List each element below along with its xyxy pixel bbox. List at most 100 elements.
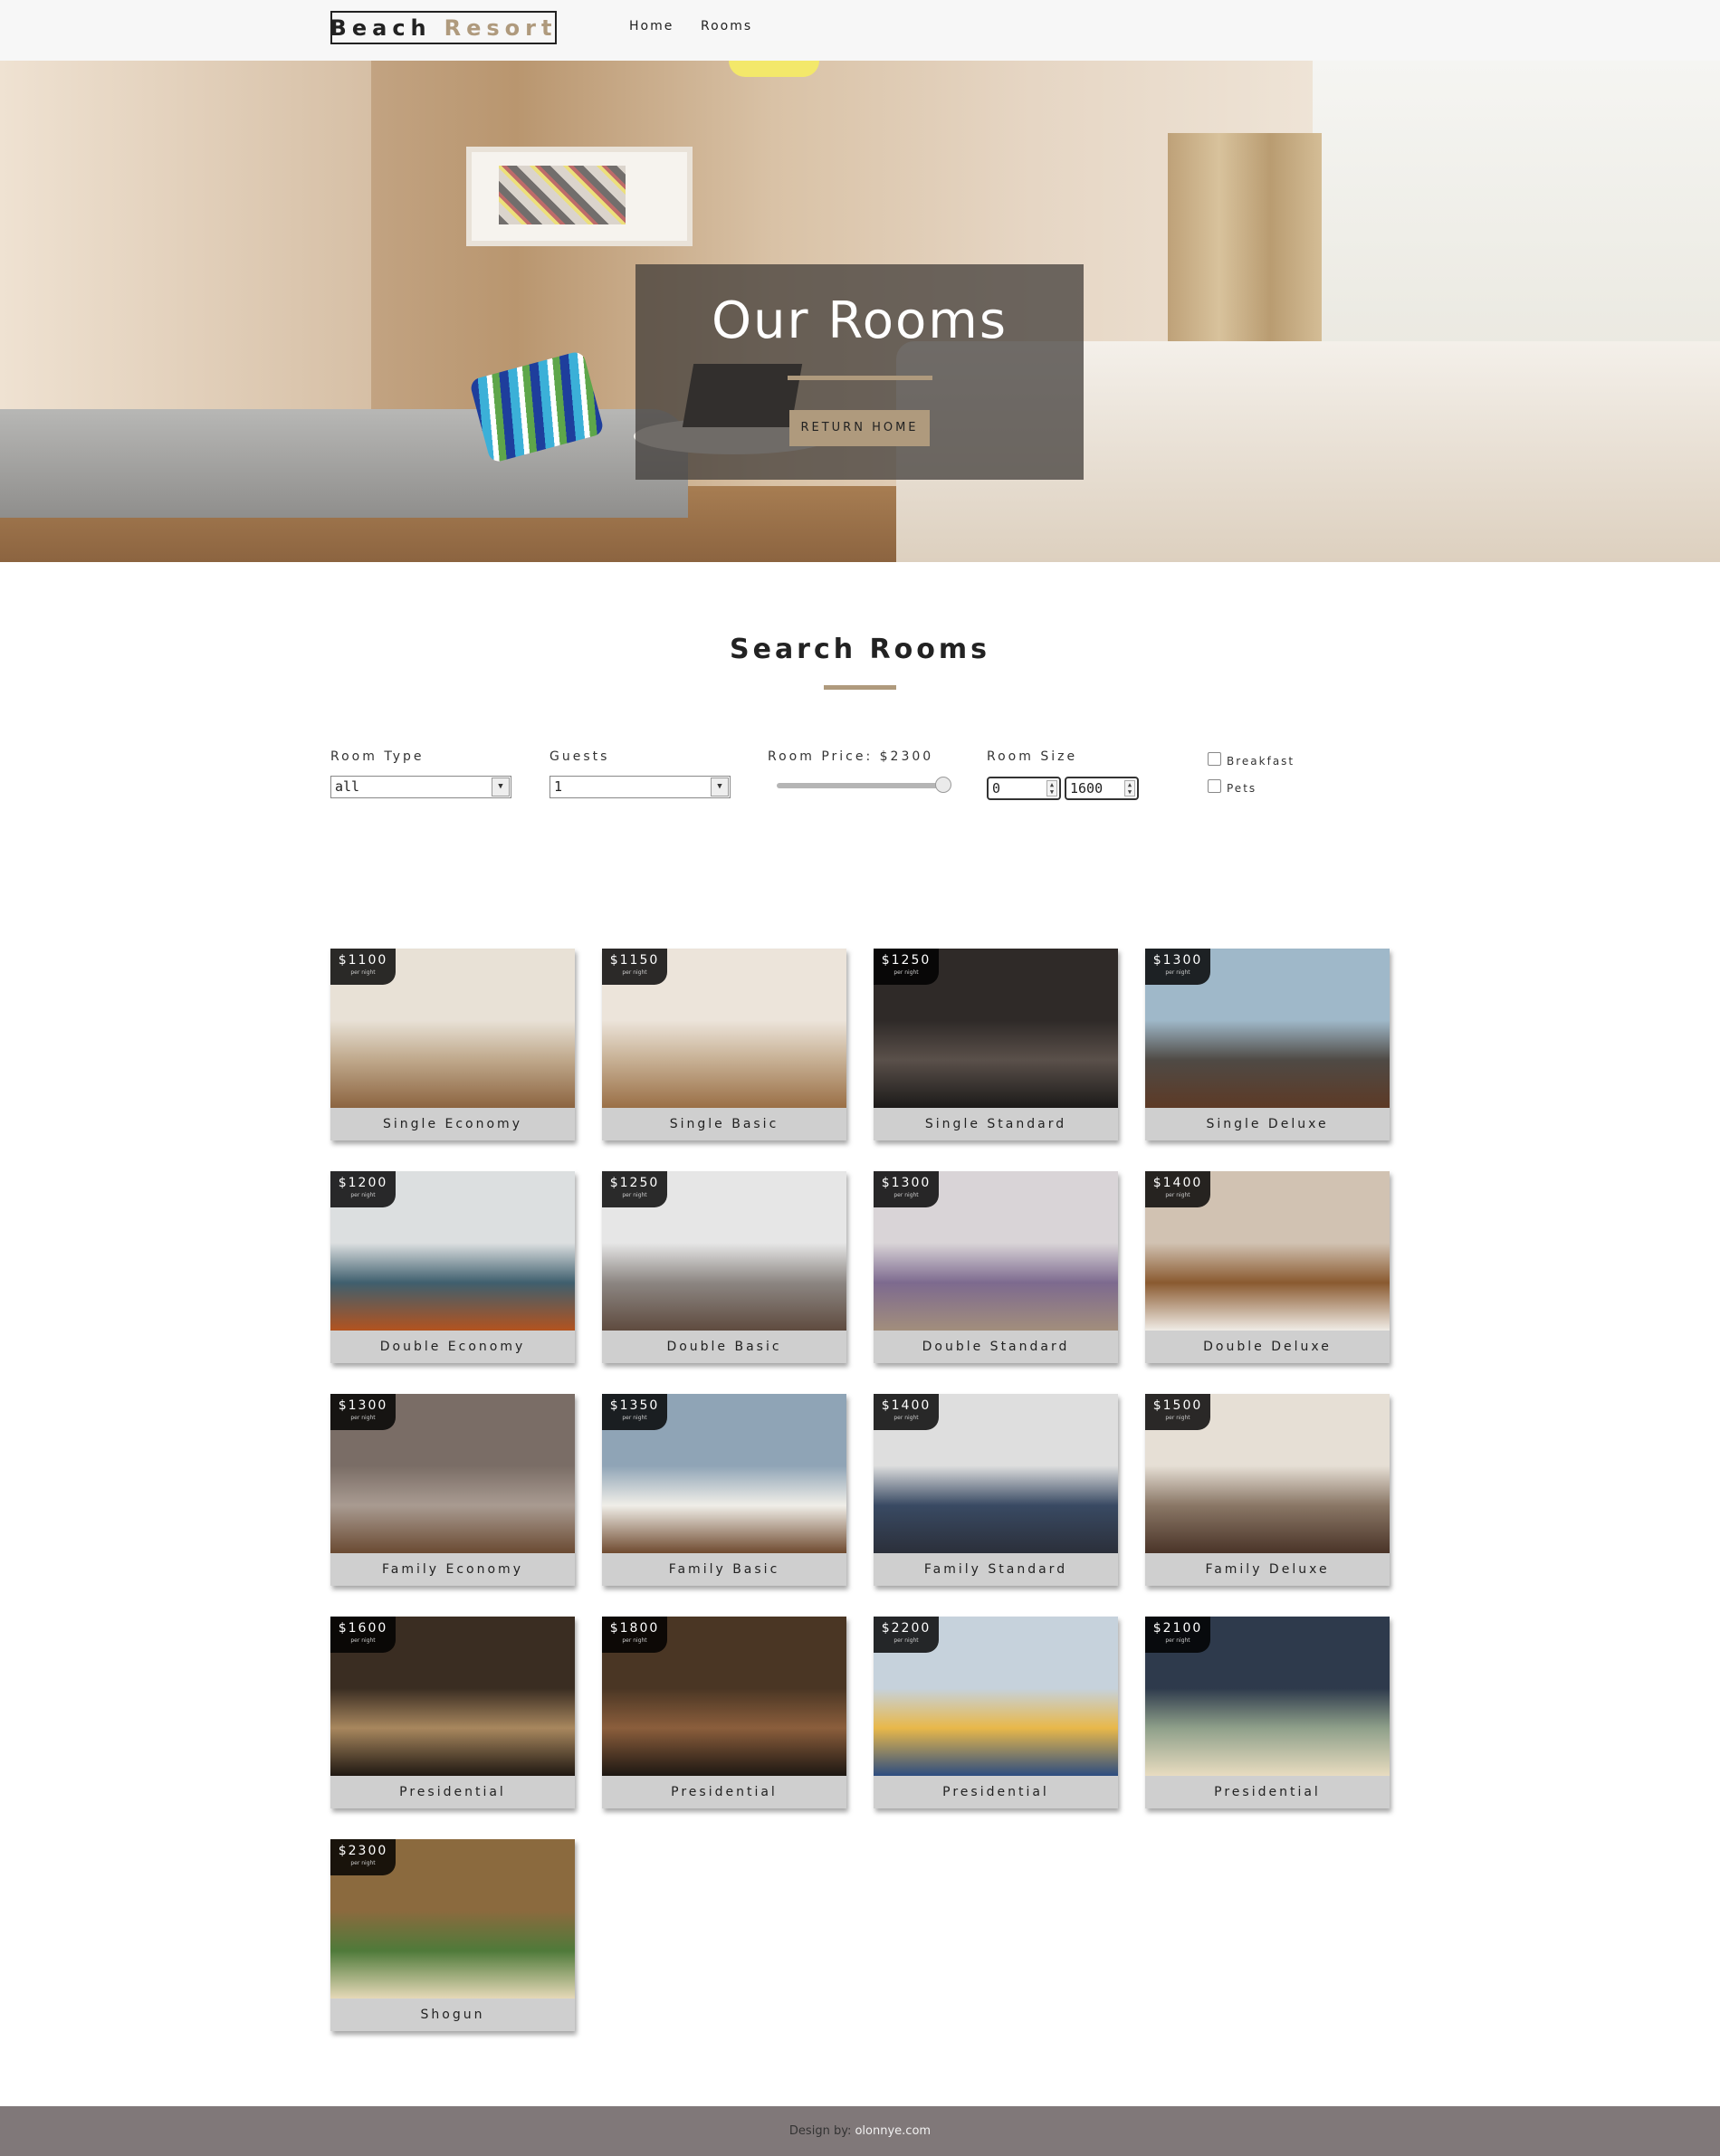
room-name: Single Basic: [602, 1108, 846, 1140]
room-image[interactable]: $2200 per night: [874, 1617, 1118, 1776]
room-image[interactable]: $1100 per night: [330, 949, 575, 1108]
breakfast-label: Breakfast: [1227, 755, 1295, 768]
room-price: $1600: [338, 1621, 388, 1636]
room-card[interactable]: $1300 per night Family Economy: [330, 1394, 575, 1586]
room-card[interactable]: $2200 per night Presidential: [874, 1617, 1118, 1808]
room-card[interactable]: $1300 per night Single Deluxe: [1145, 949, 1390, 1140]
per-night-label: per night: [893, 1637, 919, 1644]
guests-select[interactable]: 1 ▼: [549, 776, 731, 798]
pets-checkbox[interactable]: [1208, 778, 1221, 793]
search-title-underline: [824, 685, 896, 690]
return-home-button[interactable]: RETURN HOME: [789, 410, 930, 446]
price-badge: $2200 per night: [874, 1617, 939, 1653]
room-name: Shogun: [330, 1999, 575, 2031]
room-card[interactable]: $1250 per night Single Standard: [874, 949, 1118, 1140]
room-price: $1300: [338, 1398, 388, 1413]
room-image[interactable]: $1500 per night: [1145, 1394, 1390, 1553]
room-name: Family Economy: [330, 1553, 575, 1586]
room-image[interactable]: $1150 per night: [602, 949, 846, 1108]
room-card[interactable]: $1400 per night Double Deluxe: [1145, 1171, 1390, 1363]
per-night-label: per night: [1165, 1192, 1190, 1198]
room-card[interactable]: $1100 per night Single Economy: [330, 949, 575, 1140]
room-name: Double Economy: [330, 1331, 575, 1363]
room-image[interactable]: $1800 per night: [602, 1617, 846, 1776]
room-card[interactable]: $1300 per night Double Standard: [874, 1171, 1118, 1363]
chevron-down-icon[interactable]: ▼: [711, 777, 729, 797]
guests-value: 1: [554, 778, 563, 795]
room-type-select[interactable]: all ▼: [330, 776, 511, 798]
room-image[interactable]: $1300 per night: [330, 1394, 575, 1553]
price-badge: $1150 per night: [602, 949, 667, 985]
room-image[interactable]: $1350 per night: [602, 1394, 846, 1553]
price-badge: $1350 per night: [602, 1394, 667, 1430]
wall-art: [466, 147, 693, 246]
navbar: Beach Resort Home Rooms: [0, 0, 1720, 61]
room-name: Single Deluxe: [1145, 1108, 1390, 1140]
room-card[interactable]: $1150 per night Single Basic: [602, 949, 846, 1140]
room-image[interactable]: $1300 per night: [1145, 949, 1390, 1108]
footer-credit-prefix: Design by:: [788, 2124, 852, 2138]
room-name: Double Basic: [602, 1331, 846, 1363]
logo-word-resort: Resort: [444, 14, 558, 41]
per-night-label: per night: [1165, 1415, 1190, 1421]
size-min-input[interactable]: 0 ▲ ▼: [987, 777, 1061, 800]
price-badge: $1300 per night: [1145, 949, 1210, 985]
per-night-label: per night: [1165, 969, 1190, 976]
room-card[interactable]: $1800 per night Presidential: [602, 1617, 846, 1808]
room-price-label: Room Price: $2300: [768, 749, 934, 764]
price-badge: $1600 per night: [330, 1617, 396, 1653]
price-slider[interactable]: [777, 783, 949, 788]
hero-overlay: Our Rooms RETURN HOME: [635, 264, 1084, 480]
room-image[interactable]: $2300 per night: [330, 1839, 575, 1999]
room-price: $1400: [881, 1398, 932, 1413]
room-card[interactable]: $2100 per night Presidential: [1145, 1617, 1390, 1808]
room-price: $1300: [1152, 953, 1203, 968]
per-night-label: per night: [622, 1192, 647, 1198]
nav-link-home[interactable]: Home: [629, 19, 674, 33]
room-image[interactable]: $1250 per night: [874, 949, 1118, 1108]
room-card[interactable]: $1600 per night Presidential: [330, 1617, 575, 1808]
room-card[interactable]: $2300 per night Shogun: [330, 1839, 575, 2031]
nav-link-rooms[interactable]: Rooms: [701, 19, 752, 33]
price-slider-thumb[interactable]: [935, 777, 951, 793]
room-image[interactable]: $1200 per night: [330, 1171, 575, 1331]
room-size-label: Room Size: [987, 749, 1078, 764]
chevron-down-icon[interactable]: ▼: [492, 777, 510, 797]
room-name: Presidential: [330, 1776, 575, 1808]
price-badge: $1800 per night: [602, 1617, 667, 1653]
room-card[interactable]: $1400 per night Family Standard: [874, 1394, 1118, 1586]
size-max-input[interactable]: 1600 ▲ ▼: [1065, 777, 1139, 800]
per-night-label: per night: [893, 969, 919, 976]
price-badge: $2300 per night: [330, 1839, 396, 1875]
room-image[interactable]: $1400 per night: [874, 1394, 1118, 1553]
logo[interactable]: Beach Resort: [330, 11, 557, 44]
per-night-label: per night: [1165, 1637, 1190, 1644]
room-image[interactable]: $1300 per night: [874, 1171, 1118, 1331]
room-image[interactable]: $1600 per night: [330, 1617, 575, 1776]
spinner-icon[interactable]: ▲ ▼: [1046, 780, 1057, 797]
pets-option: Pets: [1208, 777, 1257, 795]
room-price: $1350: [609, 1398, 660, 1413]
room-card[interactable]: $1500 per night Family Deluxe: [1145, 1394, 1390, 1586]
room-price: $2300: [338, 1844, 388, 1858]
price-badge: $1500 per night: [1145, 1394, 1210, 1430]
price-badge: $1250 per night: [602, 1171, 667, 1207]
room-card[interactable]: $1250 per night Double Basic: [602, 1171, 846, 1363]
spinner-icon[interactable]: ▲ ▼: [1124, 780, 1135, 797]
room-name: Presidential: [602, 1776, 846, 1808]
room-card[interactable]: $1350 per night Family Basic: [602, 1394, 846, 1586]
title-underline: [787, 376, 932, 380]
per-night-label: per night: [350, 1860, 376, 1866]
room-name: Family Standard: [874, 1553, 1118, 1586]
room-image[interactable]: $1250 per night: [602, 1171, 846, 1331]
breakfast-checkbox[interactable]: [1208, 751, 1221, 766]
room-image[interactable]: $2100 per night: [1145, 1617, 1390, 1776]
room-price: $1100: [338, 953, 388, 968]
footer-credit-link[interactable]: olonnye.com: [855, 2124, 931, 2138]
room-card[interactable]: $1200 per night Double Economy: [330, 1171, 575, 1363]
room-price: $1400: [1152, 1176, 1203, 1190]
room-name: Double Standard: [874, 1331, 1118, 1363]
room-image[interactable]: $1400 per night: [1145, 1171, 1390, 1331]
size-max-value: 1600: [1070, 780, 1104, 797]
room-type-value: all: [335, 778, 360, 795]
